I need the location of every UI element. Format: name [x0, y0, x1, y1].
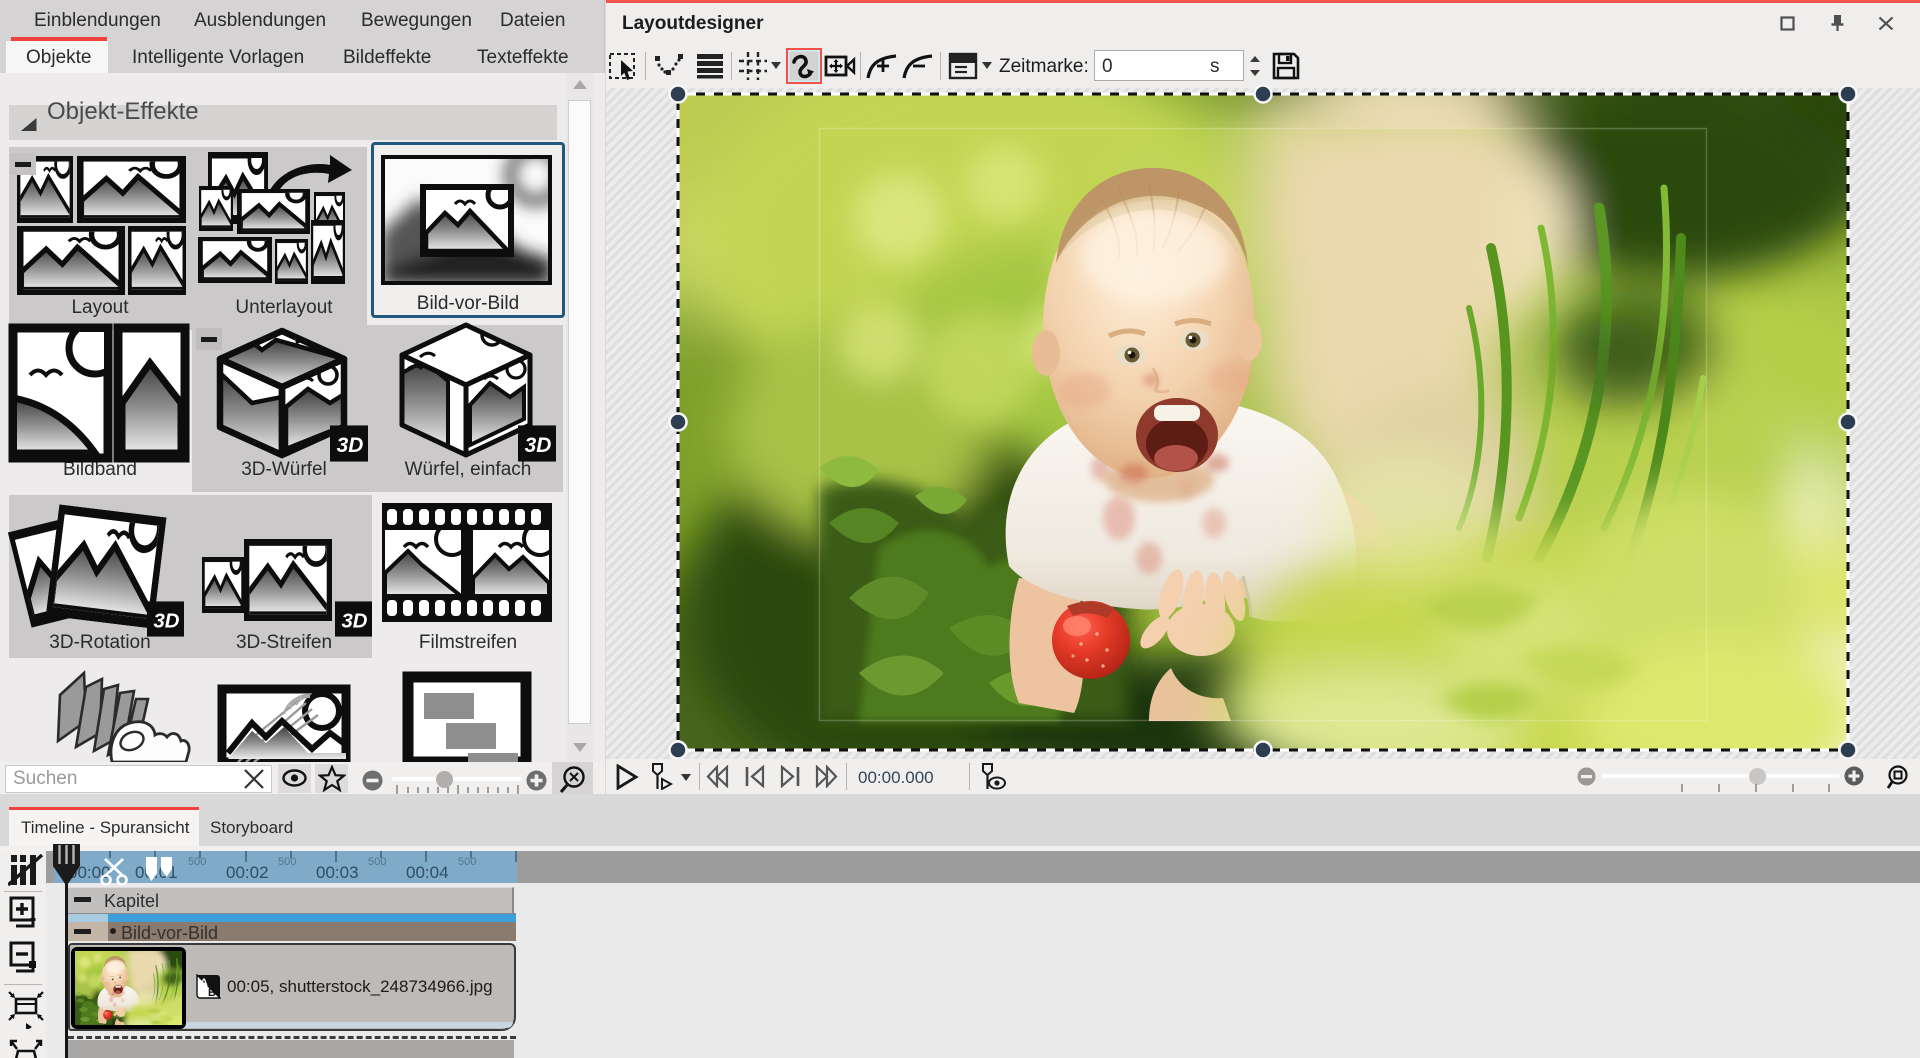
svg-text:B: B [208, 987, 216, 999]
svg-text:A: A [200, 977, 208, 989]
